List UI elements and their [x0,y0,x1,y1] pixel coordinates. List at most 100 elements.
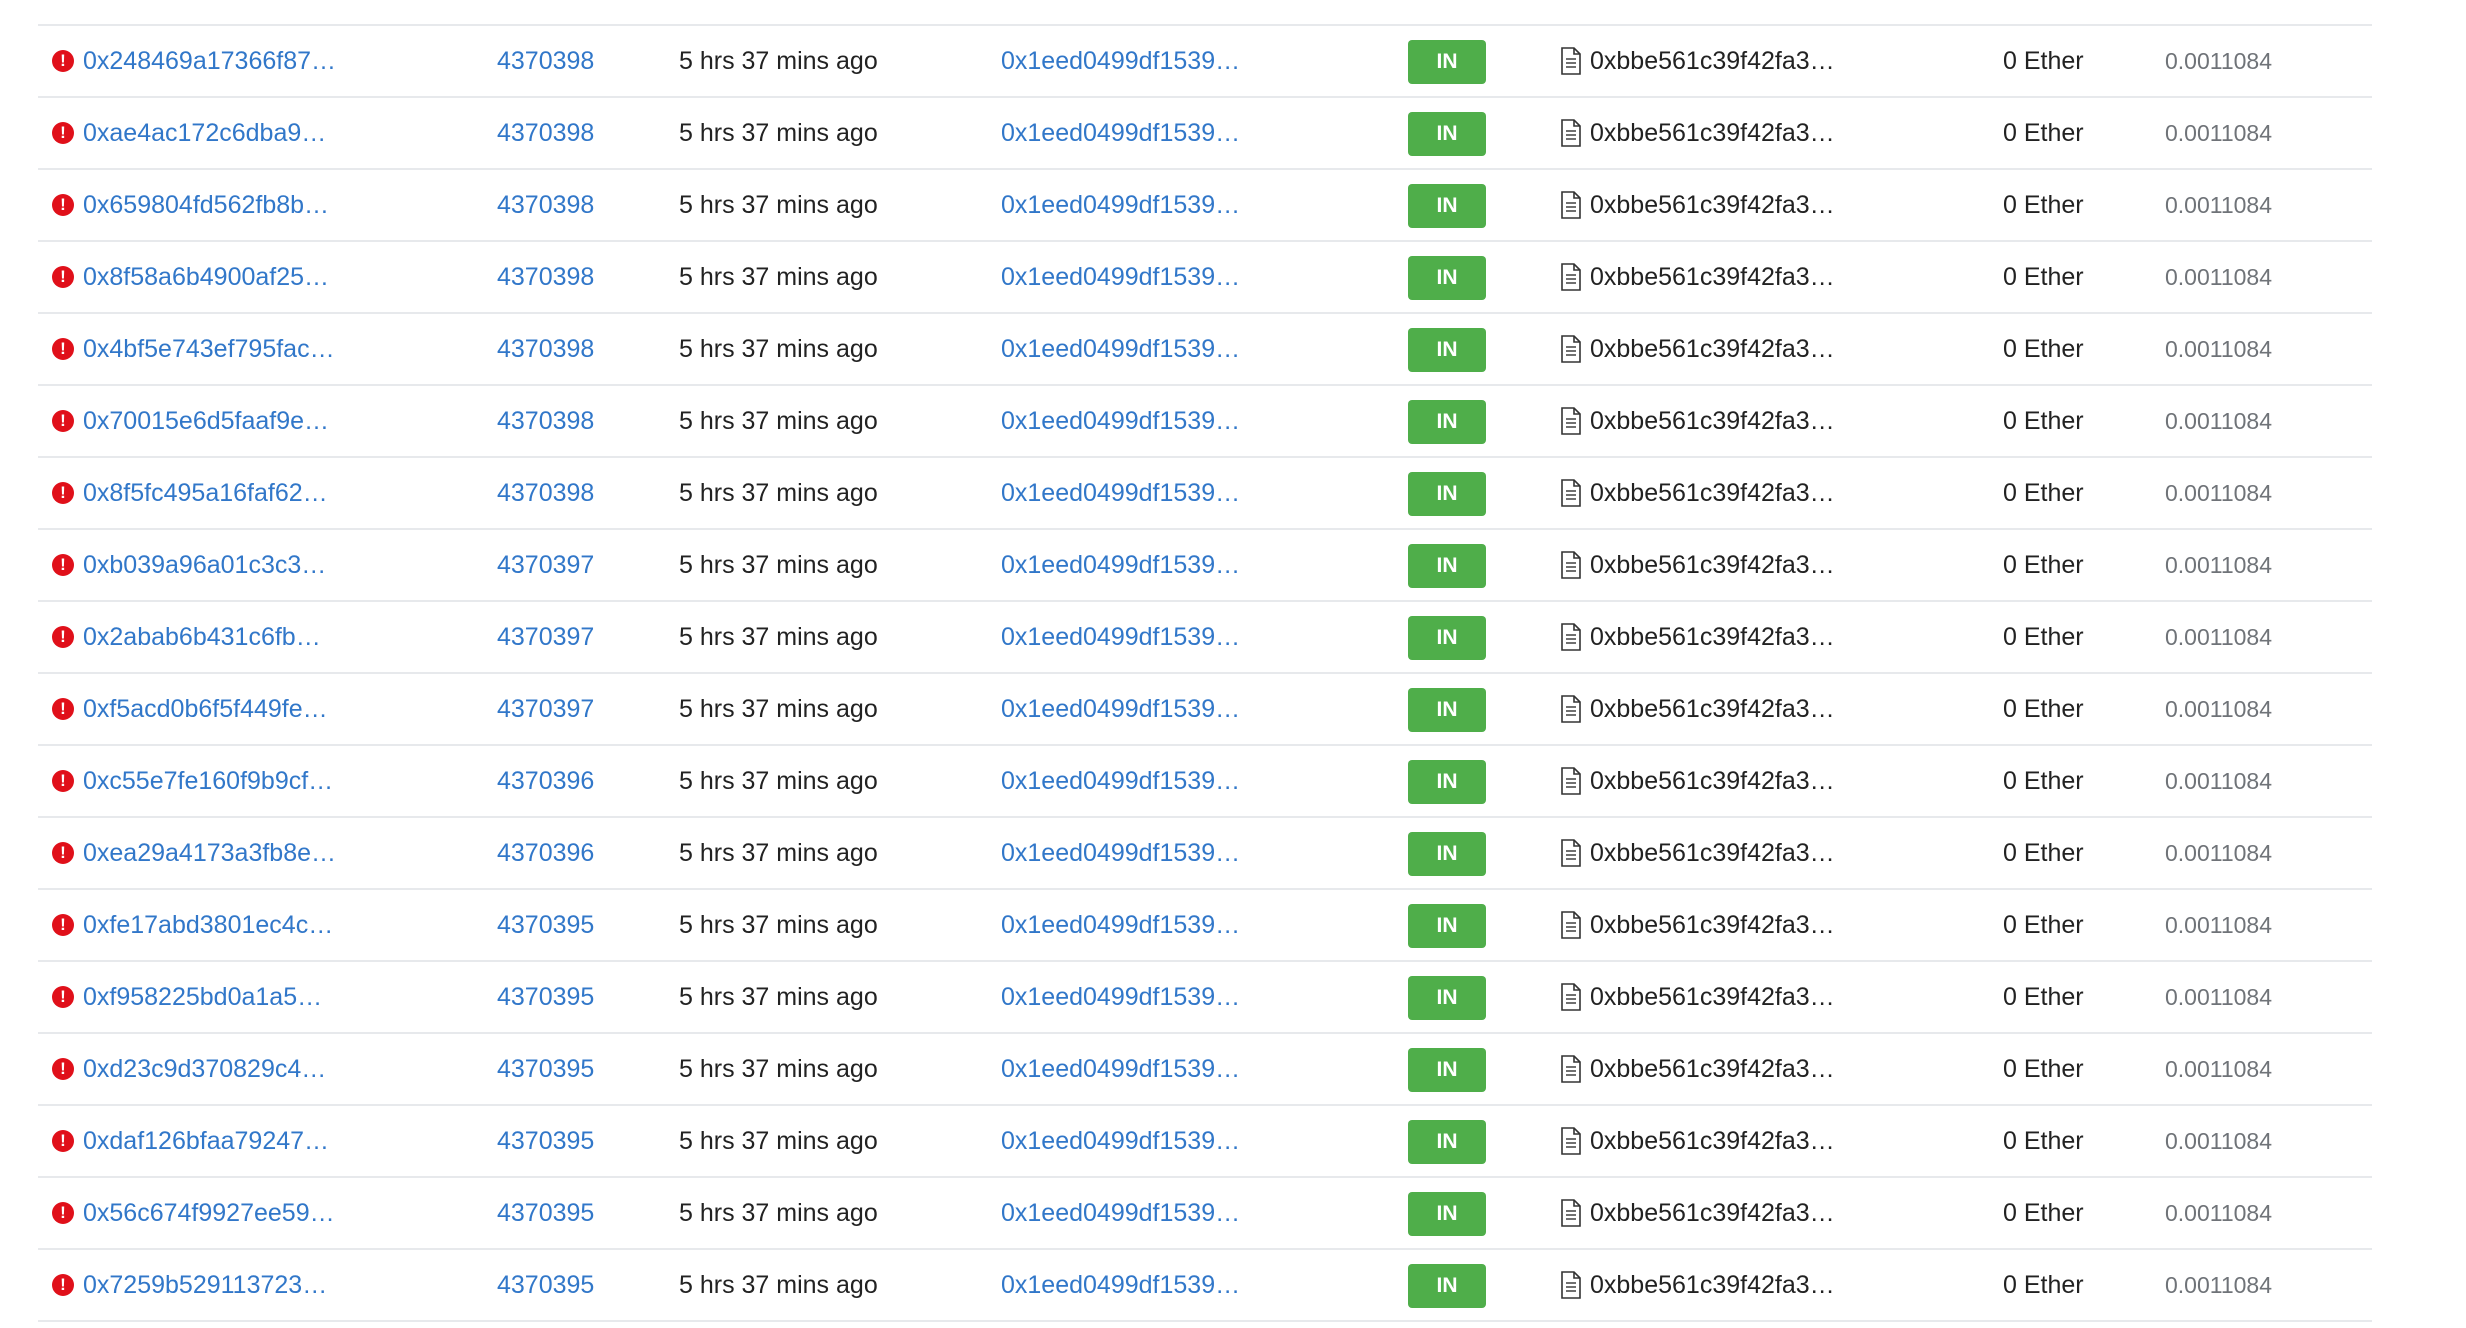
tx-hash-link[interactable]: 0x8f58a6b4900af25… [83,242,383,312]
block-link[interactable]: 4370395 [497,1178,637,1248]
from-address-link[interactable]: 0x1eed0499df1539… [1001,1106,1271,1176]
block-link[interactable]: 4370397 [497,674,637,744]
to-address-link[interactable]: 0xbbe561c39f42fa3… [1590,242,1880,312]
block-link[interactable]: 4370395 [497,1250,637,1320]
tx-hash-link[interactable]: 0x659804fd562fb8b… [83,170,383,240]
tx-hash-link[interactable]: 0x70015e6d5faaf9e… [83,386,383,456]
to-address-link[interactable]: 0xbbe561c39f42fa3… [1590,26,1880,96]
to-address-link[interactable]: 0xbbe561c39f42fa3… [1590,458,1880,528]
from-address-link[interactable]: 0x1eed0499df1539… [1001,746,1271,816]
to-address-link[interactable]: 0xbbe561c39f42fa3… [1590,1106,1880,1176]
from-address-link[interactable]: 0x1eed0499df1539… [1001,602,1271,672]
to-address-link[interactable]: 0xbbe561c39f42fa3… [1590,1034,1880,1104]
table-row: ! 0x8f58a6b4900af25… 4370398 5 hrs 37 mins … [38,242,2372,314]
from-address-link[interactable] [1001,0,1271,24]
block-link[interactable]: 4370395 [497,962,637,1032]
tx-age: 5 hrs 37 mins ago [679,839,878,867]
from-address-link[interactable]: 0x1eed0499df1539… [1001,170,1271,240]
direction-badge: IN [1408,1120,1486,1164]
contract-document-icon [1559,1271,1583,1299]
to-address-link[interactable]: 0xbbe561c39f42fa3… [1590,98,1880,168]
table-row: ! 0x4bf5e743ef795fac… 4370398 5 hrs 37 mins… [38,314,2372,386]
tx-value: 0 Ether [2003,695,2084,723]
tx-value: 0 Ether [2003,1199,2084,1227]
to-address-link[interactable]: 0xbbe561c39f42fa3… [1590,314,1880,384]
block-link[interactable]: 4370398 [497,386,637,456]
table-row: ! 0xfe17abd3801ec4c… 4370395 5 hrs 37 mins … [38,890,2372,962]
to-address-link[interactable]: 0xbbe561c39f42fa3… [1590,746,1880,816]
tx-hash-link[interactable]: 0xf5acd0b6f5f449fe… [83,674,383,744]
block-link[interactable]: 4370398 [497,98,637,168]
contract-document-icon [1559,1055,1583,1083]
to-address-link[interactable]: 0xbbe561c39f42fa3… [1590,1178,1880,1248]
tx-hash-link[interactable]: 0x8f5fc495a16faf62… [83,458,383,528]
table-row: ! 0xea29a4173a3fb8e… 4370396 5 hrs 37 mins … [38,818,2372,890]
tx-hash-link[interactable]: 0xc55e7fe160f9b9cf… [83,746,383,816]
block-link[interactable]: 4370398 [497,170,637,240]
from-address-link[interactable]: 0x1eed0499df1539… [1001,962,1271,1032]
to-address-link[interactable]: 0xbbe561c39f42fa3… [1590,1250,1880,1320]
block-link[interactable]: 4370395 [497,890,637,960]
from-address-link[interactable]: 0x1eed0499df1539… [1001,674,1271,744]
table-row: ! [38,0,2372,26]
to-address-link[interactable]: 0xbbe561c39f42fa3… [1590,674,1880,744]
to-address-link[interactable]: 0xbbe561c39f42fa3… [1590,962,1880,1032]
block-link[interactable]: 4370395 [497,1034,637,1104]
tx-hash-link[interactable] [83,0,383,24]
from-address-link[interactable]: 0x1eed0499df1539… [1001,386,1271,456]
block-link[interactable]: 4370396 [497,818,637,888]
from-address-link[interactable]: 0x1eed0499df1539… [1001,1250,1271,1320]
to-address-link[interactable]: 0xbbe561c39f42fa3… [1590,890,1880,960]
tx-hash-link[interactable]: 0x248469a17366f87… [83,26,383,96]
to-address-link[interactable]: 0xbbe561c39f42fa3… [1590,602,1880,672]
tx-hash-link[interactable]: 0xea29a4173a3fb8e… [83,818,383,888]
to-address-link[interactable]: 0xbbe561c39f42fa3… [1590,386,1880,456]
block-link[interactable]: 4370398 [497,458,637,528]
tx-hash-link[interactable]: 0x56c674f9927ee59… [83,1178,383,1248]
block-link[interactable]: 4370397 [497,602,637,672]
to-address-link[interactable] [1590,0,1880,24]
from-address-link[interactable]: 0x1eed0499df1539… [1001,314,1271,384]
tx-fee: 0.0011084 [2165,624,2273,650]
from-address-link[interactable]: 0x1eed0499df1539… [1001,242,1271,312]
to-address-link[interactable]: 0xbbe561c39f42fa3… [1590,818,1880,888]
block-link[interactable]: 4370398 [497,242,637,312]
block-link[interactable]: 4370398 [497,314,637,384]
direction-badge: IN [1408,544,1486,588]
from-address-link[interactable]: 0x1eed0499df1539… [1001,1034,1271,1104]
tx-hash-link[interactable]: 0xf958225bd0a1a5… [83,962,383,1032]
tx-hash-link[interactable]: 0xb039a96a01c3c3… [83,530,383,600]
exclamation-circle-icon: ! [52,986,74,1008]
tx-hash-link[interactable]: 0x7259b529113723… [83,1250,383,1320]
tx-hash-link[interactable]: 0x4bf5e743ef795fac… [83,314,383,384]
contract-document-icon [1559,263,1583,291]
from-address-link[interactable]: 0x1eed0499df1539… [1001,98,1271,168]
block-link[interactable]: 4370397 [497,530,637,600]
tx-hash-link[interactable]: 0xdaf126bfaa79247… [83,1106,383,1176]
tx-age [679,0,939,24]
from-address-link[interactable]: 0x1eed0499df1539… [1001,26,1271,96]
from-address-link[interactable]: 0x1eed0499df1539… [1001,818,1271,888]
tx-hash-link[interactable]: 0x2abab6b431c6fb… [83,602,383,672]
tx-hash-link[interactable]: 0xd23c9d370829c4… [83,1034,383,1104]
from-address-link[interactable]: 0x1eed0499df1539… [1001,1178,1271,1248]
tx-fee: 0.0011084 [2165,984,2273,1010]
from-address-link[interactable]: 0x1eed0499df1539… [1001,458,1271,528]
block-link[interactable]: 4370398 [497,26,637,96]
block-link[interactable] [497,0,637,24]
to-address-link[interactable]: 0xbbe561c39f42fa3… [1590,530,1880,600]
tx-value: 0 Ether [2003,407,2084,435]
tx-hash-link[interactable]: 0xfe17abd3801ec4c… [83,890,383,960]
tx-value: 0 Ether [2003,911,2084,939]
block-link[interactable]: 4370395 [497,1106,637,1176]
block-link[interactable]: 4370396 [497,746,637,816]
from-address-link[interactable]: 0x1eed0499df1539… [1001,890,1271,960]
table-row: ! 0xae4ac172c6dba9… 4370398 5 hrs 37 mins a… [38,98,2372,170]
to-address-link[interactable]: 0xbbe561c39f42fa3… [1590,170,1880,240]
tx-age: 5 hrs 37 mins ago [679,695,878,723]
from-address-link[interactable]: 0x1eed0499df1539… [1001,530,1271,600]
tx-fee: 0.0011084 [2165,192,2273,218]
tx-value: 0 Ether [2003,47,2084,75]
contract-document-icon [1559,1199,1583,1227]
tx-hash-link[interactable]: 0xae4ac172c6dba9… [83,98,383,168]
